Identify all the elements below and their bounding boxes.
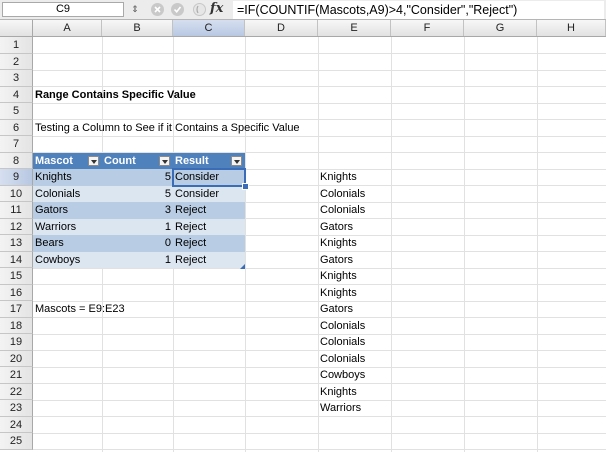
mascot-list-item[interactable]: Knights [318, 235, 359, 252]
mascot-list-item[interactable]: Gators [318, 219, 355, 236]
mascot-list-item[interactable]: Knights [318, 268, 359, 285]
fill-handle[interactable] [242, 183, 249, 190]
name-box-stepper-icon[interactable]: ⇕ [130, 2, 140, 17]
table-cell-mascot[interactable]: Gators [33, 202, 102, 219]
row-header[interactable]: 22 [0, 383, 33, 400]
mascot-list-item[interactable]: Knights [318, 384, 359, 401]
filter-dropdown-icon[interactable] [159, 155, 170, 166]
worksheet-grid[interactable]: Range Contains Specific Value Testing a … [33, 37, 606, 452]
mascot-list-item[interactable]: Colonials [318, 186, 367, 203]
table-cell-result[interactable]: Reject [173, 202, 245, 219]
confirm-icon[interactable] [171, 3, 184, 16]
column-header-f[interactable]: F [391, 20, 464, 36]
column-header-g[interactable]: G [464, 20, 537, 36]
row-header[interactable]: 20 [0, 350, 33, 367]
sheet-title[interactable]: Range Contains Specific Value [33, 87, 198, 104]
table-cell-mascot[interactable]: Colonials [33, 185, 102, 202]
mascot-list-item[interactable]: Colonials [318, 351, 367, 368]
row-header[interactable]: 12 [0, 218, 33, 235]
table-cell-count[interactable]: 5 [102, 169, 173, 186]
column-header-h[interactable]: H [537, 20, 606, 36]
column-header-a[interactable]: A [33, 20, 102, 36]
table-cell-result[interactable]: Consider [173, 185, 245, 202]
table-cell-count[interactable]: 5 [102, 185, 173, 202]
mascot-list-item[interactable]: Knights [318, 285, 359, 302]
row-header[interactable]: 10 [0, 185, 33, 202]
named-range-note[interactable]: Mascots = E9:E23 [33, 301, 127, 318]
header-label: Mascot [35, 154, 73, 167]
table-cell-mascot[interactable]: Bears [33, 235, 102, 252]
row-header[interactable]: 6 [0, 119, 33, 136]
table-cell-count[interactable]: 0 [102, 235, 173, 252]
row-header[interactable]: 8 [0, 152, 33, 169]
column-header-b[interactable]: B [102, 20, 173, 36]
filter-dropdown-icon[interactable] [231, 155, 242, 166]
row-header[interactable]: 15 [0, 268, 33, 285]
row-header[interactable]: 24 [0, 416, 33, 433]
column-header-d[interactable]: D [245, 20, 318, 36]
column-header-e[interactable]: E [318, 20, 391, 36]
row-header[interactable]: 16 [0, 284, 33, 301]
header-label: Result [175, 154, 209, 167]
mascot-list-item[interactable]: Colonials [318, 318, 367, 335]
select-all-corner[interactable] [0, 20, 33, 36]
table-cell-mascot[interactable]: Cowboys [33, 251, 102, 268]
table-cell-result[interactable]: Reject [173, 218, 245, 235]
row-header[interactable]: 14 [0, 251, 33, 268]
mascot-list-item[interactable]: Warriors [318, 400, 363, 417]
header-label: Count [104, 154, 136, 167]
table-header-result[interactable]: Result [173, 152, 245, 169]
table-cell-count[interactable]: 3 [102, 202, 173, 219]
cancel-icon[interactable] [151, 3, 164, 16]
fx-icon[interactable]: fx [210, 1, 223, 16]
mascot-list-item[interactable]: Colonials [318, 202, 367, 219]
formula-input[interactable]: =IF(COUNTIF(Mascots,A9)>4,"Consider","Re… [233, 1, 604, 19]
table-cell-mascot[interactable]: Warriors [33, 218, 102, 235]
sheet-subtitle[interactable]: Testing a Column to See if it Contains a… [33, 120, 302, 137]
table-cell-result[interactable]: Reject [173, 235, 245, 252]
mascot-list-item[interactable]: Cowboys [318, 367, 367, 384]
row-header[interactable]: 17 [0, 301, 33, 318]
row-header[interactable]: 11 [0, 202, 33, 219]
table-resize-handle-icon[interactable] [240, 264, 245, 269]
name-box[interactable]: C9 [2, 2, 124, 17]
row-header[interactable]: 9 [0, 169, 33, 186]
row-header[interactable]: 23 [0, 400, 33, 417]
table-cell-mascot[interactable]: Knights [33, 169, 102, 186]
row-header[interactable]: 21 [0, 367, 33, 384]
row-header[interactable]: 25 [0, 433, 33, 450]
column-header-c[interactable]: C [173, 20, 245, 36]
row-header[interactable]: 2 [0, 53, 33, 70]
active-cell-selection[interactable] [172, 168, 246, 187]
row-header[interactable]: 19 [0, 334, 33, 351]
mascot-list-item[interactable]: Knights [318, 169, 359, 186]
column-header-bar: A B C D E F G H [0, 20, 606, 37]
row-header[interactable]: 3 [0, 70, 33, 87]
table-header-count[interactable]: Count [102, 152, 173, 169]
function-wizard-icon[interactable] [193, 3, 206, 16]
row-header[interactable]: 4 [0, 86, 33, 103]
row-header[interactable]: 5 [0, 103, 33, 120]
filter-dropdown-icon[interactable] [88, 155, 99, 166]
table-cell-count[interactable]: 1 [102, 218, 173, 235]
table-cell-count[interactable]: 1 [102, 251, 173, 268]
table-cell-result[interactable]: Reject [173, 251, 245, 268]
row-header[interactable]: 13 [0, 235, 33, 252]
mascot-list-item[interactable]: Gators [318, 252, 355, 269]
mascot-list-item[interactable]: Colonials [318, 334, 367, 351]
table-header-mascot[interactable]: Mascot [33, 152, 102, 169]
row-header[interactable]: 7 [0, 136, 33, 153]
formula-bar: C9 ⇕ fx =IF(COUNTIF(Mascots,A9)>4,"Consi… [0, 0, 606, 20]
row-header[interactable]: 1 [0, 37, 33, 54]
mascot-list-item[interactable]: Gators [318, 301, 355, 318]
row-header[interactable]: 18 [0, 317, 33, 334]
